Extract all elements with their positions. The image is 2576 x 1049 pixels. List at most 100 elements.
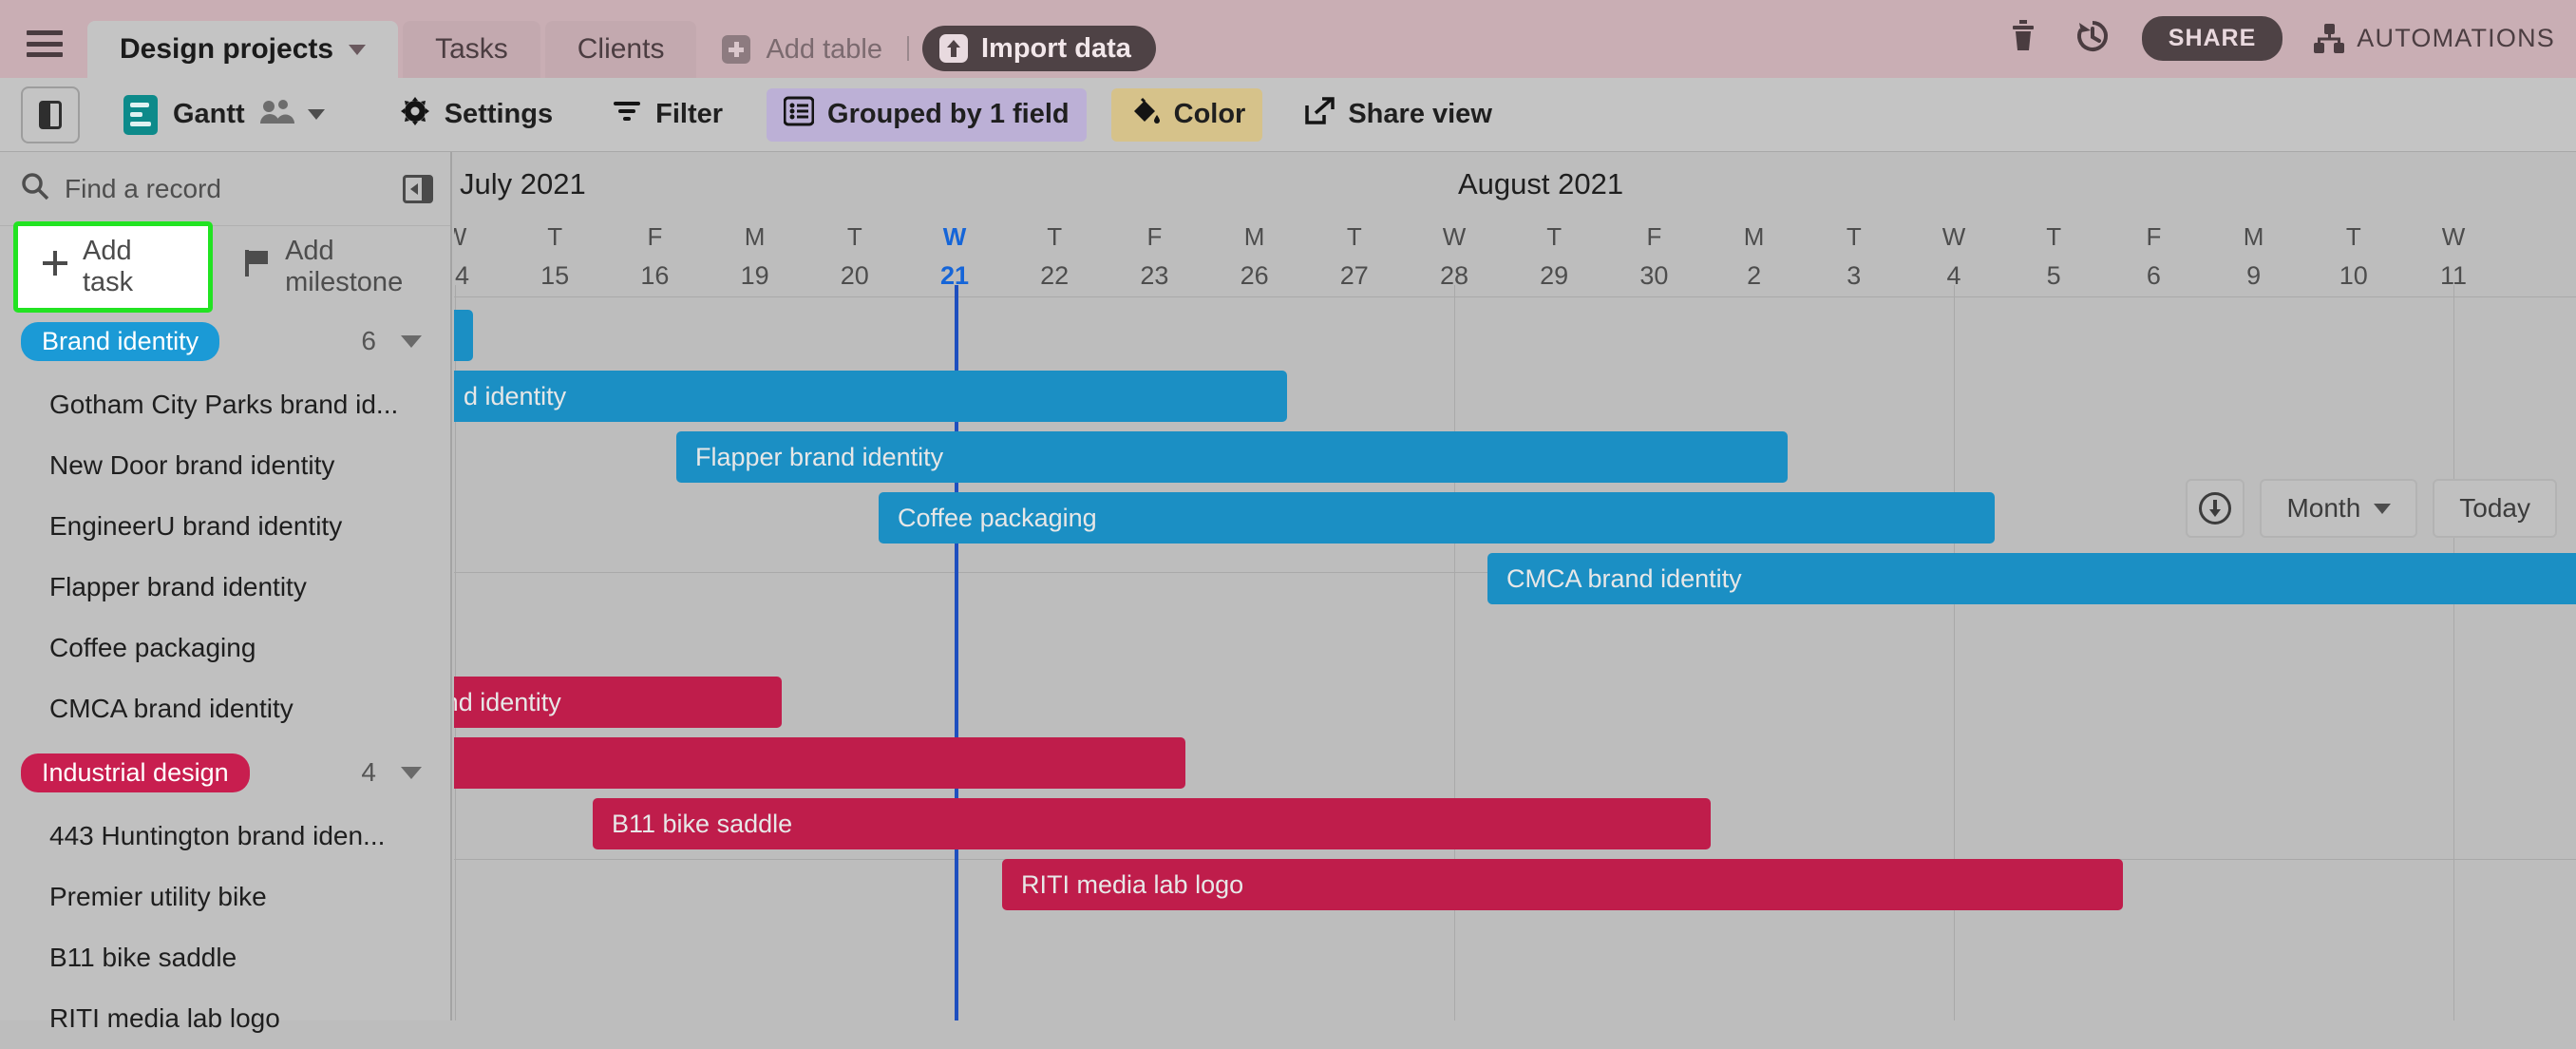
add-task-button[interactable]: Add task	[13, 221, 214, 313]
day-number: 30	[1639, 261, 1669, 290]
task-row[interactable]: RITI media lab logo	[0, 988, 450, 1049]
day-number: 14	[454, 261, 470, 290]
today-button[interactable]: Today	[2433, 479, 2557, 538]
day-column-header: M 19	[705, 222, 805, 291]
gantt-bar[interactable]: Coffee packaging	[879, 492, 1995, 544]
grouped-by-button[interactable]: Grouped by 1 field	[767, 87, 1087, 142]
day-of-week: F	[647, 222, 663, 251]
task-row[interactable]: B11 bike saddle	[0, 927, 450, 988]
task-row[interactable]: Gotham City Parks brand id...	[0, 374, 450, 435]
import-data-label: Import data	[981, 32, 1131, 64]
automations-button[interactable]: AUTOMATIONS	[2313, 23, 2555, 54]
day-number: 10	[2339, 261, 2368, 290]
gantt-icon	[123, 94, 158, 135]
chevron-down-icon[interactable]	[307, 109, 325, 120]
settings-label: Settings	[444, 99, 554, 129]
color-button[interactable]: Color	[1110, 87, 1263, 142]
day-of-week: F	[1646, 222, 1662, 251]
day-number: 22	[1040, 261, 1070, 290]
task-row[interactable]: Premier utility bike	[0, 867, 450, 927]
settings-button[interactable]: Settings	[382, 88, 570, 142]
day-column-header: W 14	[454, 222, 505, 291]
zoom-level-selector[interactable]: Month	[2260, 479, 2418, 538]
gantt-bar[interactable]: RITI media lab logo	[1002, 859, 2123, 910]
day-column-header: F 16	[604, 222, 705, 291]
day-column-header: M 26	[1204, 222, 1305, 291]
day-column-header: W 11	[2403, 222, 2504, 291]
day-column-header: T 27	[1304, 222, 1405, 291]
share-view-label: Share view	[1348, 99, 1492, 129]
row-divider	[454, 296, 2576, 297]
day-column-header: T5	[2003, 222, 2104, 291]
history-icon[interactable]	[2075, 19, 2110, 58]
top-bar: Design projects Tasks Clients Add table …	[0, 0, 2576, 78]
day-number: 19	[740, 261, 769, 290]
group-header[interactable]: Industrial design 4	[0, 739, 450, 806]
share-button[interactable]: SHARE	[2141, 16, 2283, 61]
group-count: 6	[361, 326, 376, 355]
gantt-bar[interactable]: B11 bike saddle	[593, 798, 1711, 849]
gantt-bar[interactable]: Flapper brand identity	[676, 431, 1788, 483]
day-of-week: F	[1146, 222, 1163, 251]
trash-icon[interactable]	[2009, 20, 2037, 57]
share-view-button[interactable]: Share view	[1287, 88, 1509, 142]
group-header[interactable]: Brand identity 6	[0, 308, 450, 374]
day-of-week: T	[846, 222, 862, 251]
tab-clients[interactable]: Clients	[544, 21, 697, 78]
day-of-week: T	[1346, 222, 1362, 251]
add-table-button[interactable]: Add table	[701, 21, 900, 78]
task-row[interactable]: New Door brand identity	[0, 435, 450, 496]
day-of-week: M	[744, 222, 766, 251]
day-number: 16	[640, 261, 670, 290]
automations-label: AUTOMATIONS	[2357, 24, 2555, 52]
gantt-bar[interactable]	[454, 310, 473, 361]
day-number: 15	[540, 261, 570, 290]
chevron-down-icon	[2374, 503, 2392, 514]
day-column-header: T 20	[805, 222, 905, 291]
day-column-header: T 15	[504, 222, 605, 291]
day-number: 5	[2046, 261, 2061, 290]
collapse-panel-icon[interactable]	[403, 174, 433, 203]
gantt-chart: July 2021 August 2021 W 14 T 15 F 16 M 19 T 20 W21 T 2…	[454, 152, 2576, 1020]
tab-tasks[interactable]: Tasks	[403, 21, 540, 78]
color-label: Color	[1173, 99, 1246, 129]
day-number: 27	[1339, 261, 1369, 290]
task-row[interactable]: EngineerU brand identity	[0, 496, 450, 557]
chevron-down-icon[interactable]	[401, 766, 422, 779]
month-label: July 2021	[460, 167, 586, 200]
gantt-bar[interactable]: CMCA brand identity	[1487, 553, 2576, 604]
tab-label: Clients	[577, 33, 665, 65]
group-list: Brand identity 6 Gotham City Parks brand i…	[0, 308, 450, 1049]
task-row[interactable]: Flapper brand identity	[0, 557, 450, 618]
day-of-week: T	[1047, 222, 1063, 251]
download-icon[interactable]	[2186, 479, 2245, 538]
side-panel-icon[interactable]	[21, 86, 80, 143]
gantt-bar[interactable]: d identity	[454, 371, 1287, 422]
day-column-header: T 29	[1504, 222, 1604, 291]
day-column-header: T 22	[1004, 222, 1105, 291]
chevron-down-icon[interactable]	[349, 44, 367, 55]
task-row[interactable]: 443 Huntington brand iden...	[0, 806, 450, 867]
tab-label: Design projects	[120, 33, 334, 65]
view-selector[interactable]: Gantt	[106, 88, 342, 142]
day-column-header: W 28	[1404, 222, 1505, 291]
day-number: 3	[1847, 261, 1862, 290]
day-column-header: T 10	[2303, 222, 2404, 291]
add-milestone-button[interactable]: Add milestone	[245, 236, 450, 298]
day-column-header: M2	[1704, 222, 1805, 291]
day-number: 2	[1747, 261, 1762, 290]
search-input[interactable]: Find a record	[65, 174, 221, 204]
gantt-bar[interactable]: Premier utility bike	[454, 737, 1185, 789]
filter-button[interactable]: Filter	[595, 88, 740, 142]
gantt-bar[interactable]: 443 Huntington brand identity	[454, 677, 782, 728]
tab-design-projects[interactable]: Design projects	[87, 21, 399, 78]
task-row[interactable]: CMCA brand identity	[0, 678, 450, 739]
day-of-week: W	[942, 222, 967, 251]
chevron-down-icon[interactable]	[401, 334, 422, 348]
import-data-button[interactable]: Import data	[922, 26, 1156, 71]
task-row[interactable]: Coffee packaging	[0, 618, 450, 678]
plus-icon	[43, 251, 67, 283]
day-column-header: F 30	[1603, 222, 1704, 291]
hamburger-icon[interactable]	[27, 30, 63, 57]
day-column-header: F6	[2103, 222, 2204, 291]
